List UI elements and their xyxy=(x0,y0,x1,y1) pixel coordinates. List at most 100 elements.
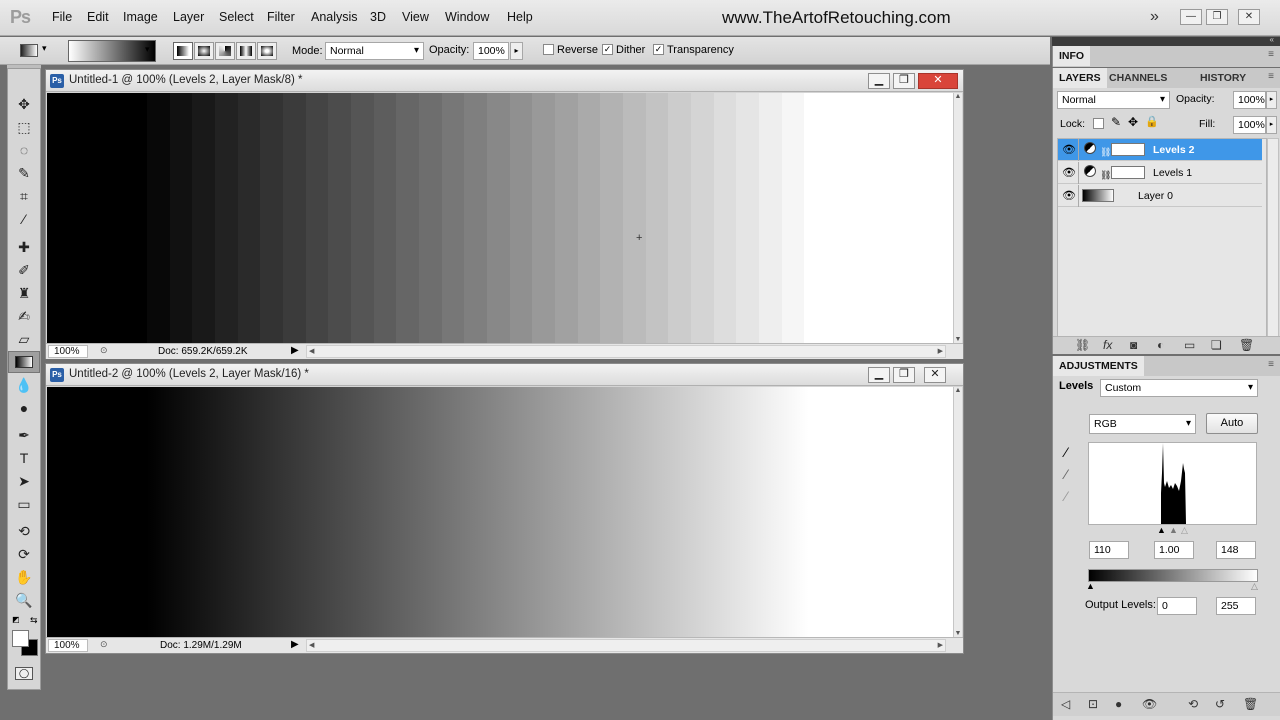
default-colors-icon[interactable]: ◩ xyxy=(12,615,20,624)
eraser-tool-icon[interactable]: ▱ xyxy=(8,328,40,350)
type-tool-icon[interactable]: T xyxy=(8,447,40,469)
white-point-eyedropper-icon[interactable]: ⁄ xyxy=(1065,488,1067,504)
menu-select[interactable]: Select xyxy=(219,10,254,24)
document-1-status-menu-arrow-icon[interactable]: ▶ xyxy=(291,345,299,356)
menu-3d[interactable]: 3D xyxy=(370,10,386,24)
layer-blend-mode-select[interactable]: Normal xyxy=(1057,91,1170,109)
collapse-panels-icon[interactable]: « xyxy=(1270,35,1274,44)
toggle-visibility-icon[interactable]: 👁 xyxy=(1142,697,1157,711)
clip-to-layer-icon[interactable]: ● xyxy=(1115,697,1122,711)
add-mask-icon[interactable]: ◙ xyxy=(1130,338,1137,352)
menu-view[interactable]: View xyxy=(402,10,429,24)
dodge-tool-icon[interactable]: ● xyxy=(8,397,40,419)
tab-info[interactable]: INFO xyxy=(1053,46,1091,66)
mode-select[interactable]: Normal xyxy=(325,42,424,60)
blur-tool-icon[interactable]: 💧 xyxy=(8,374,40,396)
app-restore-button[interactable]: ❐ xyxy=(1206,9,1228,25)
swap-colors-icon[interactable]: ⇆ xyxy=(30,615,38,626)
new-adjustment-layer-icon[interactable]: ◐ xyxy=(1157,338,1164,352)
layer-mask-thumbnail[interactable] xyxy=(1111,166,1145,179)
previous-state-icon[interactable]: ⟲ xyxy=(1188,697,1198,711)
app-minimize-button[interactable]: — xyxy=(1180,9,1202,25)
dither-checkbox[interactable]: ✓ xyxy=(602,44,613,55)
healing-brush-tool-icon[interactable]: ✚ xyxy=(8,236,40,258)
document-2-restore-button[interactable]: ❐ xyxy=(893,367,915,383)
radial-gradient-icon[interactable] xyxy=(194,42,214,60)
gradient-tool-icon[interactable] xyxy=(20,44,38,57)
reset-icon[interactable]: ↺ xyxy=(1215,697,1225,711)
foreground-color-swatch[interactable] xyxy=(12,630,29,647)
quick-mask-icon[interactable]: ◯ xyxy=(15,667,33,680)
input-gamma-field[interactable]: 1.00 xyxy=(1154,541,1194,559)
document-2-zoom-field[interactable]: 100% xyxy=(48,639,88,652)
channel-select[interactable]: RGB xyxy=(1089,414,1196,434)
document-2-vertical-scrollbar[interactable]: ▲ ▼ xyxy=(953,387,962,637)
document-1-restore-button[interactable]: ❐ xyxy=(893,73,915,89)
document-2-titlebar[interactable]: Ps Untitled-2 @ 100% (Levels 2, Layer Ma… xyxy=(46,364,963,386)
link-layers-icon[interactable]: ⛓ xyxy=(1075,338,1090,352)
path-select-tool-icon[interactable]: ➤ xyxy=(8,470,40,492)
menu-help[interactable]: Help xyxy=(507,10,533,24)
angle-gradient-icon[interactable] xyxy=(215,42,235,60)
menu-file[interactable]: File xyxy=(52,10,72,24)
document-1-close-button[interactable]: ✕ xyxy=(918,73,958,89)
menu-window[interactable]: Window xyxy=(445,10,489,24)
document-1-vertical-scrollbar[interactable]: ▲ ▼ xyxy=(953,93,962,343)
gradient-picker-arrow-icon[interactable]: ▾ xyxy=(145,44,150,55)
reflected-gradient-icon[interactable] xyxy=(236,42,256,60)
eyedropper-tool-icon[interactable]: ⁄ xyxy=(8,208,40,230)
quick-select-tool-icon[interactable]: ✎ xyxy=(8,162,40,184)
visibility-eye-icon[interactable]: 👁 xyxy=(1062,185,1076,207)
zoom-tool-icon[interactable]: 🔍 xyxy=(8,589,40,611)
lock-position-icon[interactable]: ✥ xyxy=(1128,115,1138,129)
info-panel-menu-icon[interactable]: ≡ xyxy=(1268,49,1274,60)
visibility-eye-icon[interactable]: 👁 xyxy=(1062,139,1076,161)
layer-opacity-arrow-icon[interactable]: ▸ xyxy=(1266,91,1277,109)
document-1-horizontal-scrollbar[interactable]: ◀ ▶ xyxy=(306,345,946,358)
menu-image[interactable]: Image xyxy=(123,10,158,24)
diamond-gradient-icon[interactable] xyxy=(257,42,277,60)
marquee-tool-icon[interactable]: ⬚ xyxy=(8,116,40,138)
input-black-slider-icon[interactable]: ▲ xyxy=(1157,525,1166,535)
layer-mask-thumbnail[interactable] xyxy=(1111,143,1145,156)
tab-adjustments[interactable]: ADJUSTMENTS xyxy=(1053,356,1144,376)
menu-layer[interactable]: Layer xyxy=(173,10,204,24)
clone-stamp-tool-icon[interactable]: ♜ xyxy=(8,282,40,304)
lock-all-icon[interactable]: 🔒 xyxy=(1145,115,1159,128)
chain-link-icon[interactable]: ⛓ xyxy=(1100,164,1111,186)
document-1-status-icon[interactable]: ⊙ xyxy=(100,345,108,356)
tab-channels[interactable]: CHANNELS xyxy=(1103,68,1173,88)
return-to-list-icon[interactable]: ◁ xyxy=(1061,697,1070,711)
document-2-status-menu-arrow-icon[interactable]: ▶ xyxy=(291,639,299,650)
input-black-field[interactable]: 110 xyxy=(1089,541,1129,559)
document-1-minimize-button[interactable]: ▁ xyxy=(868,73,890,89)
tab-layers[interactable]: LAYERS xyxy=(1053,68,1107,88)
gradient-tool-button[interactable] xyxy=(8,351,40,373)
shape-tool-icon[interactable]: ▭ xyxy=(8,493,40,515)
visibility-eye-icon[interactable]: 👁 xyxy=(1062,162,1076,184)
layers-panel-menu-icon[interactable]: ≡ xyxy=(1268,71,1274,82)
auto-button[interactable]: Auto xyxy=(1206,413,1258,434)
lock-transparency-icon[interactable] xyxy=(1093,118,1104,129)
tool-preset-arrow-icon[interactable]: ▾ xyxy=(42,43,47,54)
fill-input[interactable]: 100% xyxy=(1233,116,1266,134)
move-tool-icon[interactable]: ✥ xyxy=(8,93,40,115)
lock-pixels-icon[interactable]: ✎ xyxy=(1111,115,1121,129)
output-white-field[interactable]: 255 xyxy=(1216,597,1256,615)
layer-opacity-input[interactable]: 100% xyxy=(1233,91,1266,109)
hand-tool-icon[interactable]: ✋ xyxy=(8,566,40,588)
levels-preset-select[interactable]: Custom xyxy=(1100,379,1258,397)
pen-tool-icon[interactable]: ✒ xyxy=(8,424,40,446)
menu-edit[interactable]: Edit xyxy=(87,10,109,24)
crop-tool-icon[interactable]: ⌗ xyxy=(8,185,40,207)
layer-row-layer-0[interactable]: 👁 Layer 0 xyxy=(1058,185,1262,207)
3d-rotate-tool-icon[interactable]: ⟲ xyxy=(8,520,40,542)
layer-thumbnail[interactable] xyxy=(1082,189,1114,202)
document-2-canvas[interactable] xyxy=(47,387,954,637)
workspace-more-button[interactable]: » xyxy=(1150,8,1159,26)
new-group-icon[interactable]: ▭ xyxy=(1184,338,1195,352)
menu-analysis[interactable]: Analysis xyxy=(311,10,358,24)
layer-row-levels-2[interactable]: 👁 ⛓ Levels 2 xyxy=(1058,139,1262,161)
lasso-tool-icon[interactable]: ◌ xyxy=(8,139,40,161)
adjustments-panel-menu-icon[interactable]: ≡ xyxy=(1268,359,1274,370)
